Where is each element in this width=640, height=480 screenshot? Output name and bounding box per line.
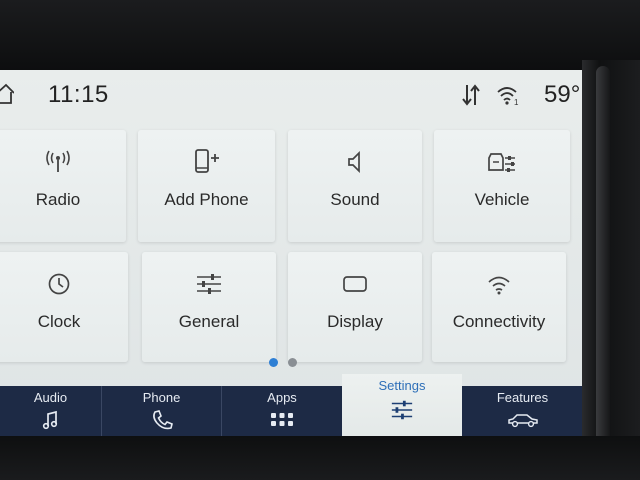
nav-label: Phone	[142, 390, 181, 405]
outside-temperature: 59°	[544, 81, 581, 108]
vehicle-settings-icon	[487, 148, 517, 176]
nav-label: Audio	[33, 390, 68, 405]
tile-clock[interactable]: Clock	[0, 252, 128, 362]
page-indicator	[266, 358, 306, 368]
clock-time: 11:15	[48, 81, 109, 108]
tile-label: General	[178, 312, 240, 331]
apps-grid-icon	[270, 409, 294, 431]
tile-label: Connectivity	[452, 312, 546, 331]
page-dot-active[interactable]	[269, 358, 278, 367]
nav-features[interactable]: Features	[463, 386, 582, 436]
car-icon	[506, 409, 540, 431]
tile-label: Sound	[330, 190, 380, 209]
nav-label: Features	[496, 390, 549, 405]
music-note-icon	[39, 409, 63, 431]
sliders-icon	[194, 270, 224, 298]
tile-label: Vehicle	[474, 190, 530, 209]
tile-add-phone[interactable]: Add Phone	[138, 130, 275, 242]
tile-connectivity[interactable]: Connectivity	[432, 252, 566, 362]
clock-icon	[44, 270, 74, 298]
tile-vehicle[interactable]: Vehicle	[434, 130, 570, 242]
infotainment-screen: 11:15 1 59° Radio Add Phone Sound Vehicl…	[0, 70, 582, 436]
tile-sound[interactable]: Sound	[288, 130, 422, 242]
bottom-nav: Audio Phone Apps Settings Features	[0, 374, 582, 436]
home-icon[interactable]	[0, 82, 14, 106]
phone-handset-icon	[150, 409, 174, 431]
svg-text:1: 1	[514, 98, 519, 106]
add-phone-icon	[192, 148, 222, 176]
settings-sliders-icon	[390, 399, 414, 421]
radio-antenna-icon	[43, 148, 73, 176]
tile-label: Display	[327, 312, 383, 331]
speaker-icon	[340, 148, 370, 176]
nav-label: Apps	[267, 390, 297, 405]
tile-label: Clock	[37, 312, 81, 331]
wifi-signal-icon: 1	[497, 87, 519, 106]
data-transfer-icon	[462, 84, 480, 106]
nav-phone[interactable]: Phone	[102, 386, 221, 436]
nav-settings[interactable]: Settings	[342, 374, 462, 436]
tile-radio[interactable]: Radio	[0, 130, 126, 242]
display-icon	[340, 270, 370, 298]
nav-audio[interactable]: Audio	[0, 386, 101, 436]
tile-label: Add Phone	[164, 190, 249, 209]
tile-general[interactable]: General	[142, 252, 276, 362]
bezel-bottom	[0, 436, 640, 480]
status-bar: 11:15 1 59°	[0, 70, 582, 122]
bezel-top	[0, 0, 640, 70]
nav-label: Settings	[378, 378, 426, 393]
page-dot[interactable]	[288, 358, 297, 367]
bezel-right	[582, 60, 640, 450]
wifi-icon	[484, 270, 514, 298]
nav-apps[interactable]: Apps	[222, 386, 342, 436]
tile-display[interactable]: Display	[288, 252, 422, 362]
tile-label: Radio	[35, 190, 81, 209]
bezel-edge	[596, 66, 610, 446]
